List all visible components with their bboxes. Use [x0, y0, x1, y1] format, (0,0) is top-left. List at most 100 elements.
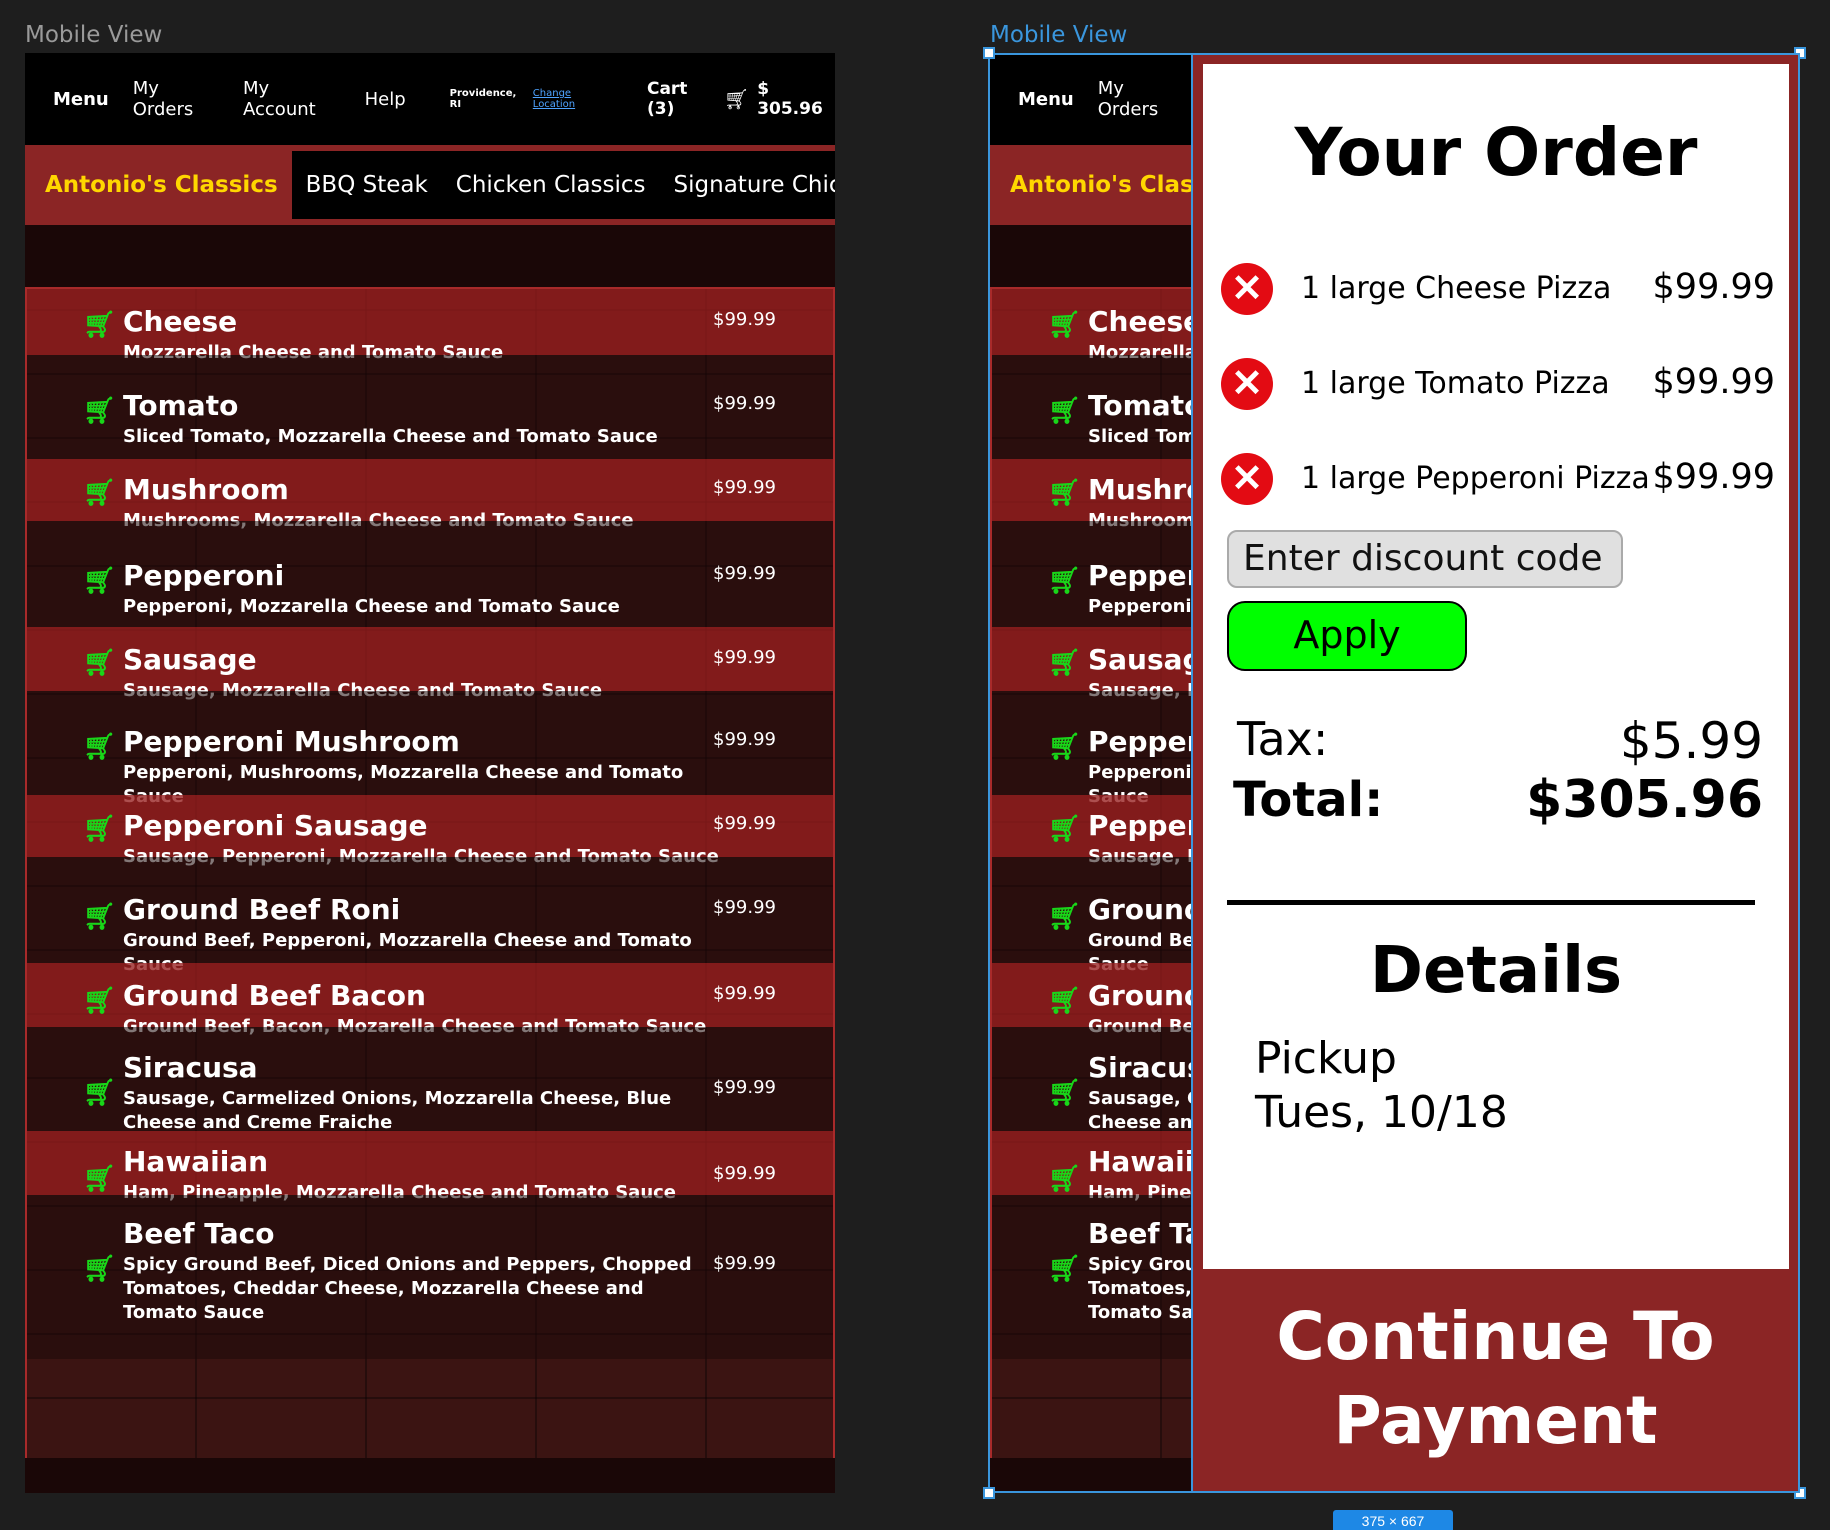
order-item-name: 1 large Tomato Pizza [1301, 366, 1610, 401]
nav-my-account[interactable]: My Account [243, 78, 341, 120]
category-tabs: BBQ Steak Chicken Classics Signature Chick… [291, 151, 835, 219]
menu-item-price: $99.99 [713, 647, 776, 668]
banner-strip [25, 225, 835, 287]
order-item-price: $99.99 [1652, 267, 1775, 307]
add-to-cart-icon[interactable]: 🛒︎ [83, 901, 116, 932]
menu-item-price: $99.99 [713, 813, 776, 834]
menu-item-name: Mushroom [123, 473, 289, 506]
tax-label: Tax: [1237, 712, 1329, 766]
nav-help[interactable]: Help [365, 89, 406, 110]
menu-item-name: Siracusa [123, 1051, 258, 1084]
resize-handle-top-left[interactable] [983, 47, 995, 59]
add-to-cart-icon[interactable]: 🛒︎ [83, 731, 116, 762]
menu-item-description: Sliced Tomato, Mozzarella Cheese and Tom… [123, 426, 658, 447]
add-to-cart-icon[interactable]: 🛒︎ [83, 565, 116, 596]
frame-label-right: Mobile View [990, 22, 1128, 48]
menu-item-name: Pepperoni Mushroom [123, 725, 460, 758]
cart-link[interactable]: Cart (3) [647, 79, 716, 119]
nav-my-orders[interactable]: My Orders [133, 78, 219, 120]
order-line-item: ✕ 1 large Cheese Pizza $99.99 [1221, 259, 1789, 319]
change-location-link[interactable]: Change Location [533, 88, 611, 110]
menu-item[interactable]: 🛒︎Pepperoni Pepperoni, Mozzarella Cheese … [27, 521, 833, 627]
menu-item[interactable]: 🛒︎Beef Taco Spicy Ground Beef, Diced Onio… [27, 1195, 833, 1359]
menu-item-description: Pepperoni, Mozzarella Cheese and Tomato … [123, 596, 620, 617]
menu-item-price: $99.99 [713, 309, 776, 330]
footer-strip [25, 1458, 835, 1493]
top-navbar: Menu My Orders My Account Help Providence, R… [25, 53, 835, 145]
add-to-cart-icon[interactable]: 🛒︎ [83, 477, 116, 508]
order-panel: Your Order ✕ 1 large Cheese Pizza $99.99… [1191, 53, 1800, 1493]
menu-item[interactable]: 🛒︎Pepperoni SausageSausage, Pepperoni, M… [27, 795, 833, 867]
menu-item-price: $99.99 [713, 1163, 776, 1184]
total-label: Total: [1233, 772, 1384, 828]
menu-item-price: $99.99 [713, 729, 776, 750]
order-title: Your Order [1294, 114, 1698, 191]
shopping-cart-icon[interactable]: 🛒︎ [724, 87, 749, 111]
resize-handle-bottom-left[interactable] [983, 1487, 995, 1499]
nav-menu[interactable]: Menu [53, 89, 109, 110]
menu-item-price: $99.99 [713, 983, 776, 1004]
discount-code-input[interactable]: Enter discount code [1227, 530, 1623, 588]
menu-item-name: Ground Beef Roni [123, 893, 401, 926]
menu-item-name: Tomato [123, 389, 239, 422]
menu-item[interactable]: 🛒︎Siracusa Sausage, Carmelized Onions, Mo… [27, 1027, 833, 1133]
add-to-cart-icon[interactable]: 🛒︎ [83, 395, 116, 426]
frame-label-left: Mobile View [25, 22, 163, 48]
menu-item-price: $99.99 [713, 477, 776, 498]
order-card: Your Order ✕ 1 large Cheese Pizza $99.99… [1203, 64, 1789, 1269]
menu-item-price: $99.99 [713, 1077, 776, 1098]
total-value: $305.96 [1526, 770, 1763, 830]
add-to-cart-icon[interactable]: 🛒︎ [83, 813, 116, 844]
add-to-cart-icon[interactable]: 🛒︎ [83, 1077, 116, 1108]
order-item-name: 1 large Pepperoni Pizza [1301, 461, 1650, 496]
details-title: Details [1369, 934, 1623, 1008]
menu-item-price: $99.99 [713, 393, 776, 414]
remove-item-icon[interactable]: ✕ [1221, 453, 1273, 505]
category-tab[interactable]: BBQ Steak [306, 172, 428, 198]
tax-value: $5.99 [1619, 712, 1763, 770]
remove-item-icon[interactable]: ✕ [1221, 263, 1273, 315]
menu-item[interactable]: 🛒︎Ground Beef BaconGround Beef, Bacon, M… [27, 963, 833, 1037]
menu-item[interactable]: 🛒︎MushroomMushrooms, Mozzarella Cheese a… [27, 459, 833, 531]
menu-item[interactable]: 🛒︎SausageSausage, Mozzarella Cheese and … [27, 627, 833, 701]
menu-item[interactable]: 🛒︎HawaiianHam, Pineapple, Mozzarella Che… [27, 1131, 833, 1203]
menu-item-price: $99.99 [713, 563, 776, 584]
menu-item-name: Sausage [123, 643, 257, 676]
pickup-date: Tues, 10/18 [1255, 1087, 1508, 1138]
apply-button[interactable]: Apply [1227, 601, 1467, 671]
menu-list: 🛒︎CheeseMozzarella Cheese and Tomato Sau… [25, 287, 835, 1461]
menu-item-name: Beef Taco [123, 1217, 275, 1250]
continue-to-payment-button[interactable]: Continue To Payment [1193, 1295, 1798, 1463]
cart-total: $ 305.96 [757, 79, 823, 119]
mobile-frame-menu: Menu My Orders My Account Help Providence, R… [25, 53, 835, 1493]
divider [1227, 900, 1755, 905]
order-line-item: ✕ 1 large Tomato Pizza $99.99 [1221, 354, 1789, 414]
menu-item[interactable]: 🛒︎Ground Beef RoniGround Beef, Pepperoni… [27, 857, 833, 975]
category-tab[interactable]: Signature Chicken [674, 172, 835, 198]
order-item-name: 1 large Cheese Pizza [1301, 271, 1612, 306]
order-line-item: ✕ 1 large Pepperoni Pizza $99.99 [1221, 449, 1789, 509]
dimension-badge: 375 × 667 [1333, 1510, 1453, 1530]
pickup-label: Pickup [1255, 1033, 1397, 1084]
menu-item-price: $99.99 [713, 897, 776, 918]
menu-item[interactable]: 🛒︎CheeseMozzarella Cheese and Tomato Sau… [27, 289, 833, 363]
menu-item-name: Cheese [123, 305, 238, 338]
add-to-cart-icon[interactable]: 🛒︎ [83, 1253, 116, 1284]
menu-item[interactable]: 🛒︎Pepperoni MushroomPepperoni, Mushrooms… [27, 691, 833, 807]
order-item-price: $99.99 [1652, 362, 1775, 402]
category-tab-active[interactable]: Antonio's Classics [25, 145, 292, 225]
add-to-cart-icon[interactable]: 🛒︎ [83, 1163, 116, 1194]
menu-item-name: Hawaiian [123, 1145, 269, 1178]
category-tab[interactable]: Chicken Classics [456, 172, 646, 198]
location-text: Providence, RI [449, 88, 517, 110]
menu-item-description: Spicy Ground Beef, Diced Onions and Pepp… [123, 1254, 692, 1323]
add-to-cart-icon[interactable]: 🛒︎ [83, 647, 116, 678]
menu-item-name: Ground Beef Bacon [123, 979, 426, 1012]
remove-item-icon[interactable]: ✕ [1221, 358, 1273, 410]
menu-item[interactable]: 🛒︎Tomato Sliced Tomato, Mozzarella Cheese… [27, 355, 833, 459]
add-to-cart-icon[interactable]: 🛒︎ [83, 985, 116, 1016]
add-to-cart-icon[interactable]: 🛒︎ [83, 309, 116, 340]
menu-item-name: Pepperoni Sausage [123, 809, 428, 842]
pickup-details: Pickup Tues, 10/18 [1255, 1032, 1508, 1140]
category-bar: Antonio's Classics BBQ Steak Chicken Class… [25, 145, 835, 225]
